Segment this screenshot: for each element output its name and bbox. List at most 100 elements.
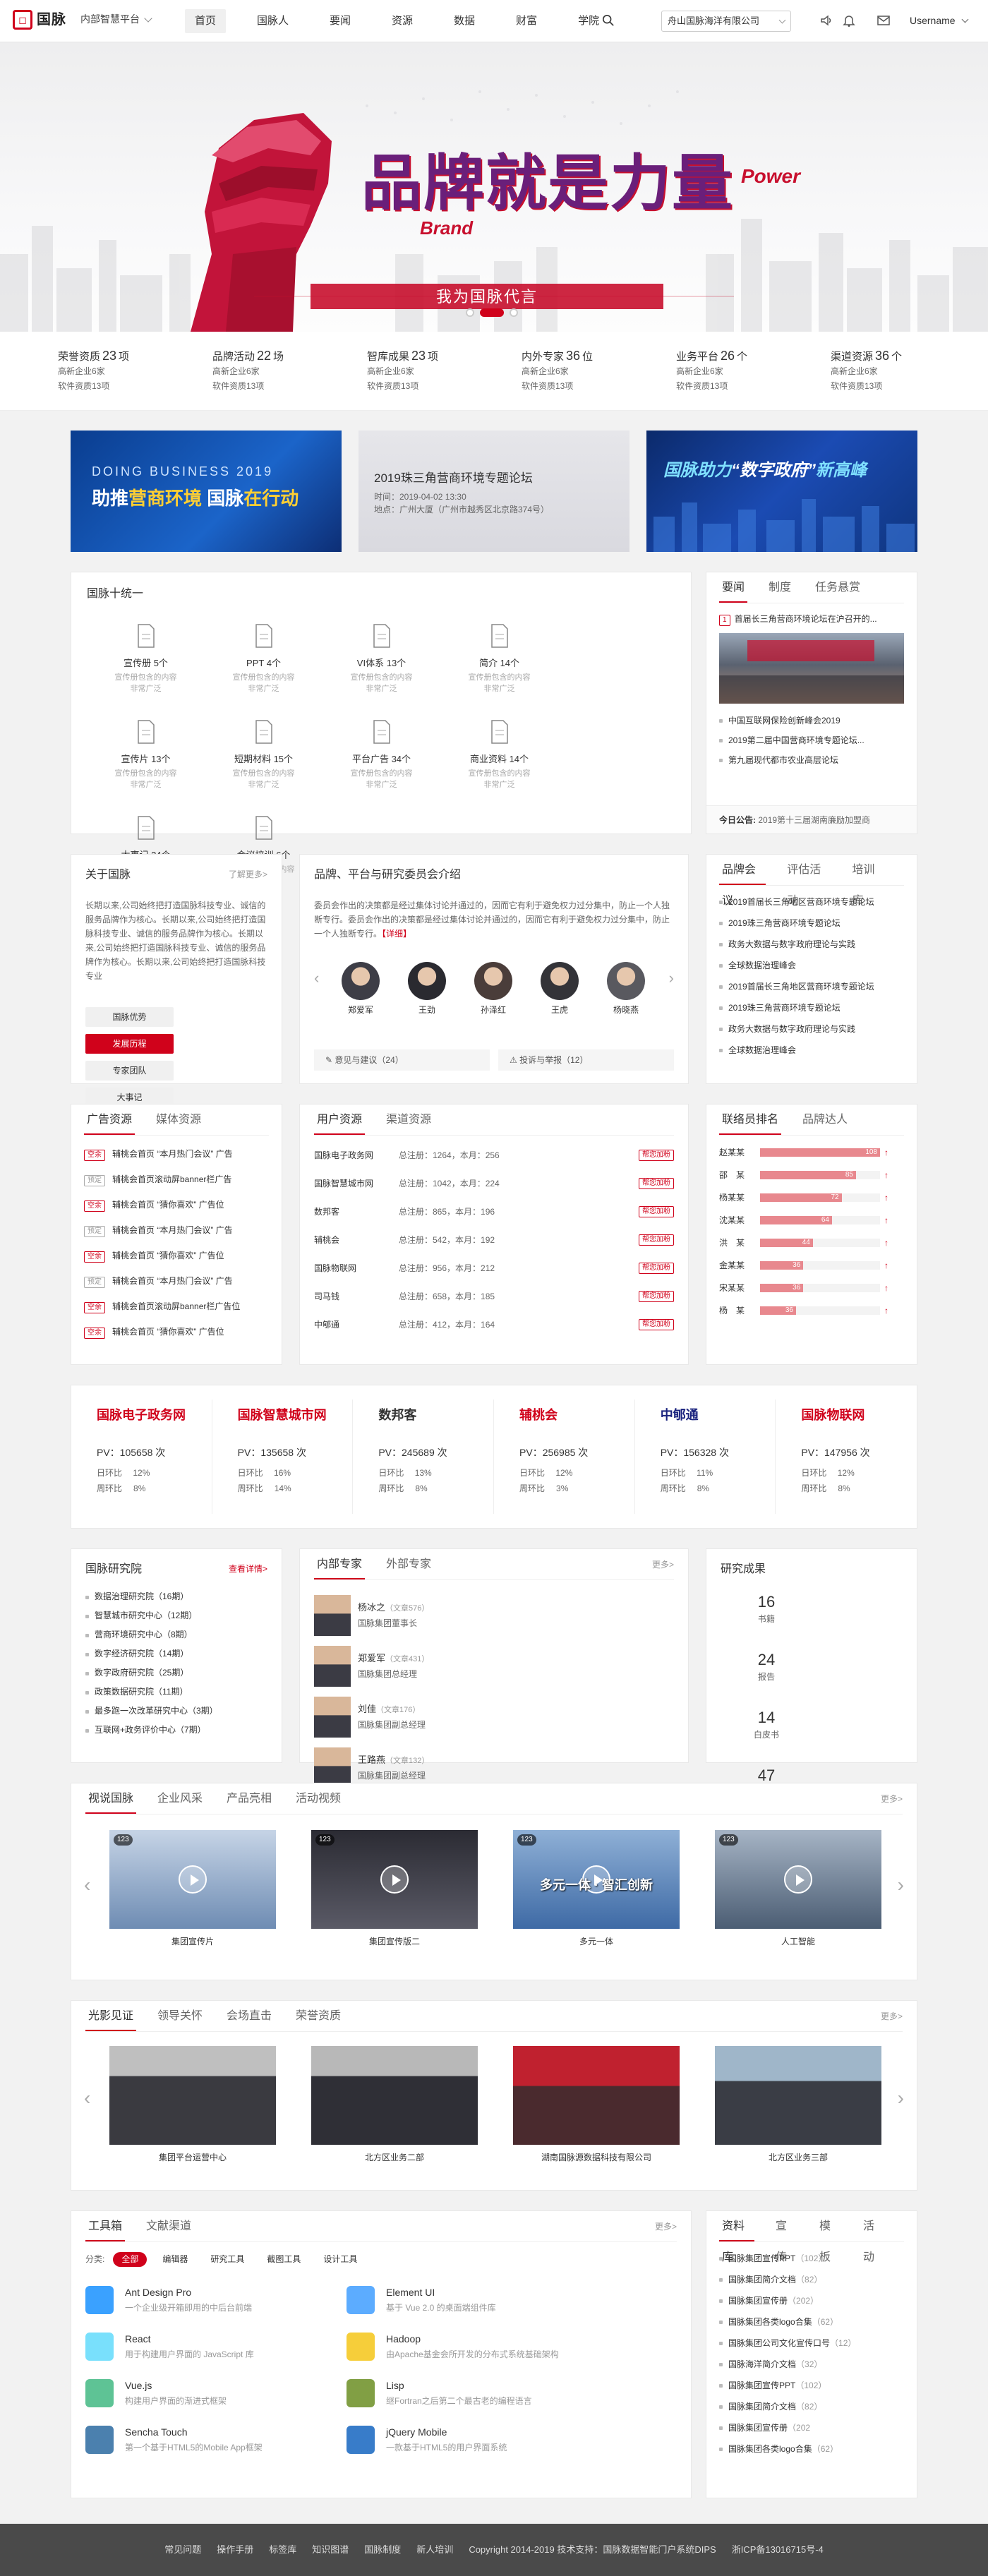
tool-item[interactable]: Ant Design Pro 一个企业级开箱即用的中后台前端	[85, 2277, 347, 2323]
list-item[interactable]: 2019首届长三角地区营商环境专题论坛	[719, 891, 904, 913]
prev-arrow-icon[interactable]: ‹	[84, 1871, 90, 1898]
video-card[interactable]: 123 多元一体 · 智汇创新 多元一体	[513, 1830, 680, 1948]
list-item[interactable]: 2019首届长三角地区营商环境专题论坛	[719, 976, 904, 997]
tab-channel-resources[interactable]: 渠道资源	[383, 1105, 434, 1135]
chevron-down-icon[interactable]	[144, 14, 152, 23]
nav-people[interactable]: 国脉人	[247, 0, 299, 42]
about-btn-advantage[interactable]: 国脉优势	[85, 1007, 174, 1028]
photo-card[interactable]: 湖南国脉源数据科技有限公司	[513, 2046, 680, 2164]
tab-activities[interactable]: 活动	[860, 2211, 886, 2263]
list-item[interactable]: 互联网+政务评价中心（7期）	[85, 1721, 267, 1740]
prev-arrow-icon[interactable]: ‹	[84, 2084, 90, 2112]
news-item[interactable]: 中国互联网保险创新峰会2019	[719, 711, 904, 730]
list-item[interactable]: 国脉海洋简介文档（32）	[719, 2354, 904, 2375]
tool-item[interactable]: Element UI 基于 Vue 2.0 的桌面端组件库	[347, 2277, 608, 2323]
ad-row[interactable]: 预定 辅桃会首页 “本月热门会议” 广告	[84, 1217, 269, 1243]
news-item[interactable]: 2019第二届中国营商环境专题论坛...	[719, 730, 904, 750]
list-item[interactable]: 智慧城市研究中心（12期）	[85, 1606, 267, 1625]
category-screenshot[interactable]: 截图工具	[260, 2252, 308, 2267]
list-item[interactable]: 国脉集团宣传PPT（102）	[719, 2375, 904, 2396]
tab-rules[interactable]: 制度	[766, 572, 794, 603]
footer-link[interactable]: 常见问题	[164, 2544, 201, 2556]
nav-data[interactable]: 数据	[444, 0, 485, 42]
category-design[interactable]: 设计工具	[316, 2252, 364, 2267]
play-icon[interactable]	[179, 1865, 207, 1894]
hero-banner[interactable]: 品牌就是力量 Brand Power 我为国脉代言	[0, 42, 988, 332]
video-more-link[interactable]: 更多>	[881, 1793, 903, 1805]
tab-training[interactable]: 培训库	[849, 855, 886, 907]
site-card[interactable]: 国脉物联网 PV：147956 次日环比 12% 周环比 8%	[776, 1400, 917, 1514]
site-card[interactable]: 国脉电子政务网 PV：105658 次日环比 12% 周环比 8%	[71, 1400, 212, 1514]
tool-item[interactable]: Hadoop 由Apache基金会所开发的分布式系统基础架构	[347, 2323, 608, 2370]
tab-evaluation[interactable]: 评估活动	[784, 855, 831, 907]
footer-link[interactable]: 操作手册	[217, 2544, 253, 2556]
next-arrow-icon[interactable]: ›	[898, 2084, 904, 2112]
tab-products[interactable]: 产品亮相	[224, 1783, 275, 1814]
result-item[interactable]: 14 白皮书	[721, 1707, 812, 1765]
site-card[interactable]: 国脉智慧城市网 PV：135658 次日环比 16% 周环比 14%	[212, 1400, 354, 1514]
about-btn-experts[interactable]: 专家团队	[85, 1061, 174, 1081]
tab-bounty[interactable]: 任务悬赏	[812, 572, 863, 603]
brand-logo[interactable]: ◻ 国脉 内部智慧平台	[13, 10, 152, 30]
committee-member[interactable]: 郑爱军	[339, 962, 382, 1016]
ten-item[interactable]: 宣传册 5个 宣传册包含的内容 非常广泛	[87, 623, 205, 719]
ten-item[interactable]: 短期材料 15个 宣传册包含的内容 非常广泛	[205, 719, 323, 815]
carousel-dot[interactable]	[510, 308, 518, 317]
expert-card[interactable]: 刘佳（文章176） 国脉集团副总经理	[314, 1692, 495, 1743]
rank-row[interactable]: 宋某某 36 ↑	[719, 1277, 904, 1299]
list-item[interactable]: 最多跑一次改革研究中心（3期）	[85, 1702, 267, 1721]
notice-bar[interactable]: 今日公告: 2019第十三届湖南廉励加盟商	[706, 805, 917, 833]
prev-arrow-icon[interactable]: ‹	[314, 968, 319, 989]
ten-item[interactable]: VI体系 13个 宣传册包含的内容 非常广泛	[323, 623, 440, 719]
nav-resources[interactable]: 资源	[382, 0, 423, 42]
tab-toolbox[interactable]: 工具箱	[85, 2211, 126, 2241]
about-more-link[interactable]: 了解更多>	[229, 869, 267, 881]
tab-brand-stars[interactable]: 品牌达人	[800, 1105, 850, 1135]
footer-link[interactable]: 知识图谱	[312, 2544, 349, 2556]
ten-item[interactable]: 简介 14个 宣传册包含的内容 非常广泛	[440, 623, 558, 719]
expert-card[interactable]: 杨冰之（文章576） 国脉集团董事长	[314, 1590, 495, 1641]
tool-item[interactable]: Vue.js 构建用户界面的渐进式框架	[85, 2370, 347, 2416]
tab-light-witness[interactable]: 光影见证	[85, 2001, 137, 2031]
category-research[interactable]: 研究工具	[203, 2252, 251, 2267]
mail-icon[interactable]	[876, 13, 891, 28]
rank-row[interactable]: 邵 某 85 ↑	[719, 1164, 904, 1186]
expert-card[interactable]: 郑爱军（文章431） 国脉集团总经理	[314, 1641, 495, 1692]
rank-row[interactable]: 金某某 36 ↑	[719, 1254, 904, 1277]
tab-ad-resources[interactable]: 广告资源	[84, 1105, 135, 1135]
list-item[interactable]: 国脉集团简介文档（82）	[719, 2396, 904, 2417]
news-item[interactable]: 第九届现代都市农业高层论坛	[719, 750, 904, 770]
stat-item[interactable]: 内外专家 36 位高新企业6家 软件资质13项	[522, 332, 676, 394]
list-item[interactable]: 全球数据治理峰会	[719, 1040, 904, 1061]
committee-member[interactable]: 孙泽红	[471, 962, 515, 1016]
boost-button[interactable]: 帮您加粉	[639, 1178, 674, 1189]
tab-leadership-care[interactable]: 领导关怀	[155, 2001, 205, 2031]
ad-row[interactable]: 空余 辅桃会首页 “猜你喜欢” 广告位	[84, 1192, 269, 1217]
tool-item[interactable]: Sencha Touch 第一个基于HTML5的Mobile App框架	[85, 2416, 347, 2463]
rank-row[interactable]: 杨 某 36 ↑	[719, 1299, 904, 1322]
stat-item[interactable]: 智库成果 23 项高新企业6家 软件资质13项	[367, 332, 522, 394]
boost-button[interactable]: 帮您加粉	[639, 1150, 674, 1161]
news-top-item[interactable]: 1 首届长三角营商环境论坛在沪召开的...	[719, 613, 904, 626]
list-item[interactable]: 国脉集团宣传PPT（102）	[719, 2248, 904, 2269]
list-item[interactable]: 数字经济研究院（14期）	[85, 1644, 267, 1663]
ten-item[interactable]: PPT 4个 宣传册包含的内容 非常广泛	[205, 623, 323, 719]
tab-templates[interactable]: 模板	[817, 2211, 842, 2263]
footer-link[interactable]: 标签库	[269, 2544, 296, 2556]
site-card[interactable]: 数邦客 PV：245689 次日环比 13% 周环比 8%	[353, 1400, 495, 1514]
speaker-icon[interactable]	[819, 13, 833, 28]
stat-item[interactable]: 荣誉资质 23 项高新企业6家 软件资质13项	[58, 332, 212, 394]
list-item[interactable]: 国脉集团简介文档（82）	[719, 2269, 904, 2290]
tab-literature[interactable]: 文献渠道	[143, 2211, 194, 2241]
promo-forum[interactable]: 2019珠三角营商环境专题论坛 时间：2019-04-02 13:30 地点：广…	[359, 431, 629, 552]
tenant-select[interactable]: 舟山国脉海洋有限公司	[661, 11, 791, 32]
ad-row[interactable]: 空余 辅桃会首页滚动屏banner栏广告位	[84, 1294, 269, 1319]
nav-home[interactable]: 首页	[185, 9, 227, 33]
ten-item[interactable]: 商业资料 14个 宣传册包含的内容 非常广泛	[440, 719, 558, 815]
list-item[interactable]: 2019珠三角营商环境专题论坛	[719, 913, 904, 934]
feedback-button[interactable]: ✎ 意见与建议（24）	[314, 1049, 490, 1071]
tab-venue[interactable]: 会场直击	[224, 2001, 275, 2031]
ad-row[interactable]: 空余 辅桃会首页 “猜你喜欢” 广告位	[84, 1243, 269, 1268]
list-item[interactable]: 国脉集团各类logo合集（62）	[719, 2311, 904, 2333]
list-item[interactable]: 政务大数据与数字政府理论与实践	[719, 934, 904, 955]
